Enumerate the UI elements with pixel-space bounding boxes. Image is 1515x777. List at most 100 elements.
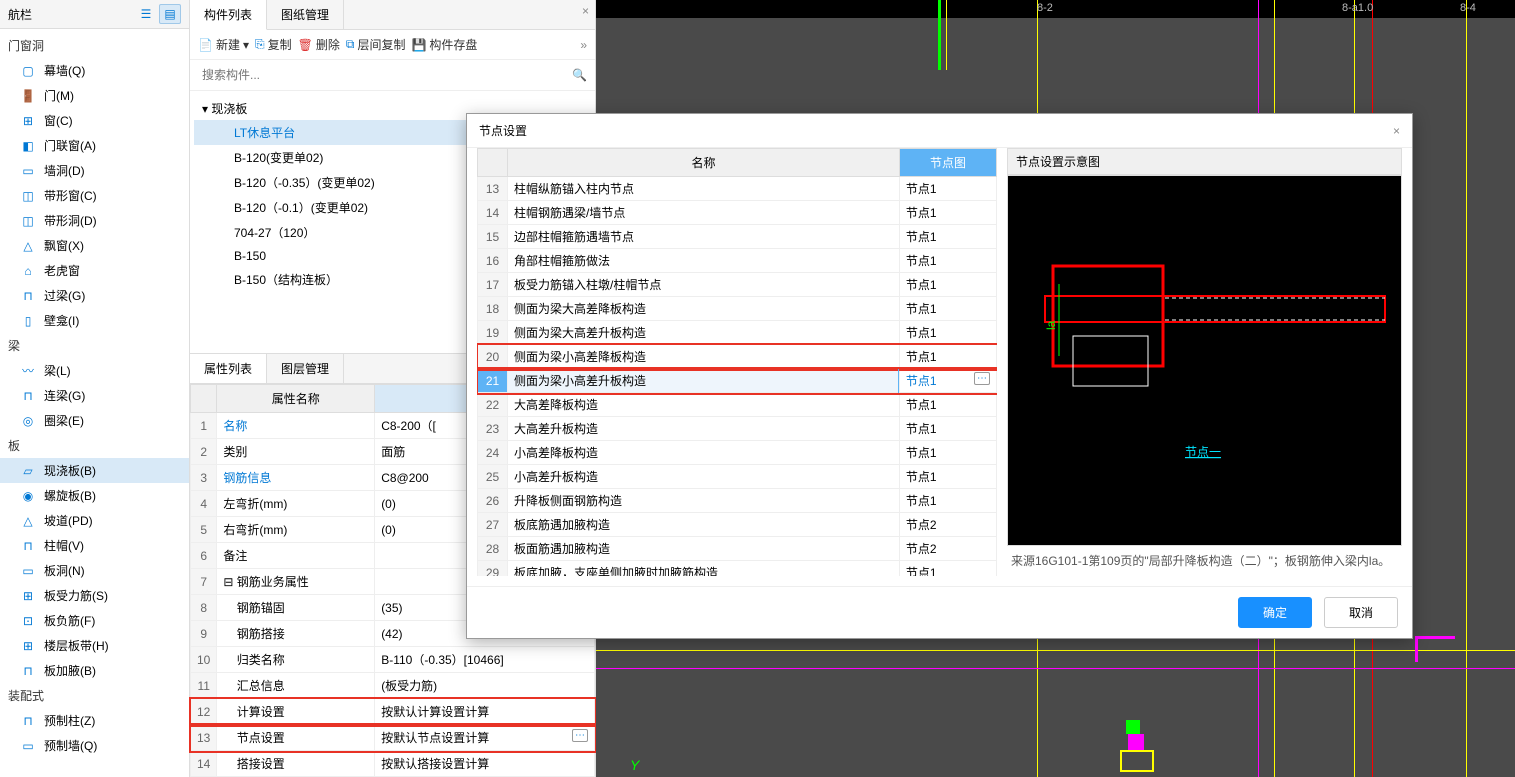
node-row[interactable]: 21侧面为梁小高差升板构造节点1⋯ bbox=[478, 369, 997, 393]
nav-item[interactable]: ▭墙洞(D) bbox=[0, 158, 189, 183]
nav-item[interactable]: ⊓连梁(G) bbox=[0, 383, 189, 408]
node-value[interactable]: 节点2 bbox=[899, 513, 996, 537]
prop-value[interactable]: (板受力筋) bbox=[375, 673, 595, 699]
nav-item[interactable]: ◧门联窗(A) bbox=[0, 133, 189, 158]
nav-item-icon: ⊓ bbox=[20, 288, 36, 304]
nav-item[interactable]: ◎圈梁(E) bbox=[0, 408, 189, 433]
node-row[interactable]: 20侧面为梁小高差降板构造节点1 bbox=[478, 345, 997, 369]
node-row[interactable]: 29板底加腋，支座单侧加腋时加腋筋构造节点1 bbox=[478, 561, 997, 577]
property-row[interactable]: 14 搭接设置按默认搭接设置计算 bbox=[191, 751, 595, 777]
node-value[interactable]: 节点1 bbox=[899, 393, 996, 417]
close-icon[interactable]: × bbox=[582, 4, 589, 18]
node-value[interactable]: 节点1 bbox=[899, 561, 996, 577]
nav-item[interactable]: △飘窗(X) bbox=[0, 233, 189, 258]
nav-section-header[interactable]: 板 bbox=[0, 433, 189, 458]
nav-item[interactable]: ▱现浇板(B) bbox=[0, 458, 189, 483]
property-row[interactable]: 13 节点设置按默认节点设置计算⋯ bbox=[191, 725, 595, 751]
prop-value[interactable]: B-110（-0.35）[10466] bbox=[375, 647, 595, 673]
store-button[interactable]: 💾构件存盘 bbox=[411, 36, 477, 53]
nav-item[interactable]: ◉螺旋板(B) bbox=[0, 483, 189, 508]
view-detail-icon[interactable]: ▤ bbox=[159, 4, 181, 24]
tab-properties[interactable]: 属性列表 bbox=[190, 354, 267, 383]
prop-name: 汇总信息 bbox=[217, 673, 375, 699]
node-value[interactable]: 节点1 bbox=[899, 489, 996, 513]
node-row[interactable]: 23大高差升板构造节点1 bbox=[478, 417, 997, 441]
node-value[interactable]: 节点1 bbox=[899, 321, 996, 345]
node-row[interactable]: 13柱帽纵筋锚入柱内节点节点1 bbox=[478, 177, 997, 201]
nav-item[interactable]: 🚪门(M) bbox=[0, 83, 189, 108]
nav-item[interactable]: ▢幕墙(Q) bbox=[0, 58, 189, 83]
node-value[interactable]: 节点1 bbox=[899, 177, 996, 201]
nav-item[interactable]: ⊓预制柱(Z) bbox=[0, 708, 189, 733]
node-value[interactable]: 节点2 bbox=[899, 537, 996, 561]
delete-button[interactable]: 🗑删除 bbox=[298, 36, 340, 53]
prop-value[interactable]: 按默认搭接设置计算 bbox=[375, 751, 595, 777]
property-row[interactable]: 12 计算设置按默认计算设置计算 bbox=[191, 699, 595, 725]
node-row[interactable]: 22大高差降板构造节点1 bbox=[478, 393, 997, 417]
nav-item[interactable]: ◫带形洞(D) bbox=[0, 208, 189, 233]
col-pic[interactable]: 节点图 bbox=[899, 149, 996, 177]
nav-section-header[interactable]: 装配式 bbox=[0, 683, 189, 708]
node-row[interactable]: 15边部柱帽箍筋遇墙节点节点1 bbox=[478, 225, 997, 249]
node-name: 小高差升板构造 bbox=[508, 465, 900, 489]
node-value[interactable]: 节点1⋯ bbox=[899, 369, 996, 393]
prop-value[interactable]: 按默认节点设置计算⋯ bbox=[375, 725, 595, 751]
cancel-button[interactable]: 取消 bbox=[1324, 597, 1398, 628]
node-value[interactable]: 节点1 bbox=[899, 441, 996, 465]
node-row[interactable]: 25小高差升板构造节点1 bbox=[478, 465, 997, 489]
tab-component-list[interactable]: 构件列表 bbox=[190, 0, 267, 30]
copy-button[interactable]: ⎘复制 bbox=[255, 36, 292, 53]
node-row[interactable]: 18侧面为梁大高差降板构造节点1 bbox=[478, 297, 997, 321]
node-value[interactable]: 节点1 bbox=[899, 297, 996, 321]
nav-item[interactable]: ▭板洞(N) bbox=[0, 558, 189, 583]
node-row[interactable]: 19侧面为梁大高差升板构造节点1 bbox=[478, 321, 997, 345]
node-row[interactable]: 24小高差降板构造节点1 bbox=[478, 441, 997, 465]
nav-section-header[interactable]: 门窗洞 bbox=[0, 33, 189, 58]
node-value[interactable]: 节点1 bbox=[899, 465, 996, 489]
property-row[interactable]: 10 归类名称B-110（-0.35）[10466] bbox=[191, 647, 595, 673]
tab-drawing-mgmt[interactable]: 图纸管理 bbox=[267, 0, 344, 29]
node-row[interactable]: 17板受力筋锚入柱墩/柱帽节点节点1 bbox=[478, 273, 997, 297]
ellipsis-icon[interactable]: ⋯ bbox=[974, 372, 990, 385]
prop-name: 计算设置 bbox=[217, 699, 375, 725]
node-value[interactable]: 节点1 bbox=[899, 273, 996, 297]
search-input[interactable] bbox=[198, 64, 572, 86]
nav-item[interactable]: ⊞板受力筋(S) bbox=[0, 583, 189, 608]
nav-item[interactable]: ⊓板加腋(B) bbox=[0, 658, 189, 683]
node-value[interactable]: 节点1 bbox=[899, 225, 996, 249]
nav-item[interactable]: ⊓柱帽(V) bbox=[0, 533, 189, 558]
nav-section-header[interactable]: 梁 bbox=[0, 333, 189, 358]
nav-item[interactable]: ▯壁龛(I) bbox=[0, 308, 189, 333]
node-row[interactable]: 14柱帽钢筋遇梁/墙节点节点1 bbox=[478, 201, 997, 225]
close-icon[interactable]: × bbox=[1393, 124, 1400, 138]
view-list-icon[interactable]: ☰ bbox=[135, 4, 157, 24]
node-value[interactable]: 节点1 bbox=[899, 417, 996, 441]
nav-item[interactable]: ⊡板负筋(F) bbox=[0, 608, 189, 633]
more-icon[interactable]: » bbox=[580, 38, 587, 52]
nav-item[interactable]: ▭预制墙(Q) bbox=[0, 733, 189, 758]
ok-button[interactable]: 确定 bbox=[1238, 597, 1312, 628]
floor-copy-button[interactable]: ⧉层间复制 bbox=[346, 36, 406, 53]
property-row[interactable]: 11 汇总信息(板受力筋) bbox=[191, 673, 595, 699]
search-icon[interactable]: 🔍 bbox=[572, 68, 587, 82]
prop-value[interactable]: 按默认计算设置计算 bbox=[375, 699, 595, 725]
nav-item[interactable]: ⌂老虎窗 bbox=[0, 258, 189, 283]
tab-layers[interactable]: 图层管理 bbox=[267, 354, 344, 383]
nav-item[interactable]: ◫带形窗(C) bbox=[0, 183, 189, 208]
col-name[interactable]: 名称 bbox=[508, 149, 900, 177]
node-row[interactable]: 16角部柱帽箍筋做法节点1 bbox=[478, 249, 997, 273]
nav-item[interactable]: ⊞楼层板带(H) bbox=[0, 633, 189, 658]
node-row[interactable]: 26升降板侧面钢筋构造节点1 bbox=[478, 489, 997, 513]
new-button[interactable]: 📄新建▾ bbox=[198, 36, 249, 53]
nav-item[interactable]: 〰梁(L) bbox=[0, 358, 189, 383]
nav-item[interactable]: ⊓过梁(G) bbox=[0, 283, 189, 308]
node-row[interactable]: 27板底筋遇加腋构造节点2 bbox=[478, 513, 997, 537]
node-value[interactable]: 节点1 bbox=[899, 249, 996, 273]
node-row[interactable]: 28板面筋遇加腋构造节点2 bbox=[478, 537, 997, 561]
ellipsis-icon[interactable]: ⋯ bbox=[572, 729, 588, 742]
nav-item-label: 楼层板带(H) bbox=[44, 637, 109, 654]
node-value[interactable]: 节点1 bbox=[899, 345, 996, 369]
nav-item[interactable]: △坡道(PD) bbox=[0, 508, 189, 533]
nav-item[interactable]: ⊞窗(C) bbox=[0, 108, 189, 133]
node-value[interactable]: 节点1 bbox=[899, 201, 996, 225]
